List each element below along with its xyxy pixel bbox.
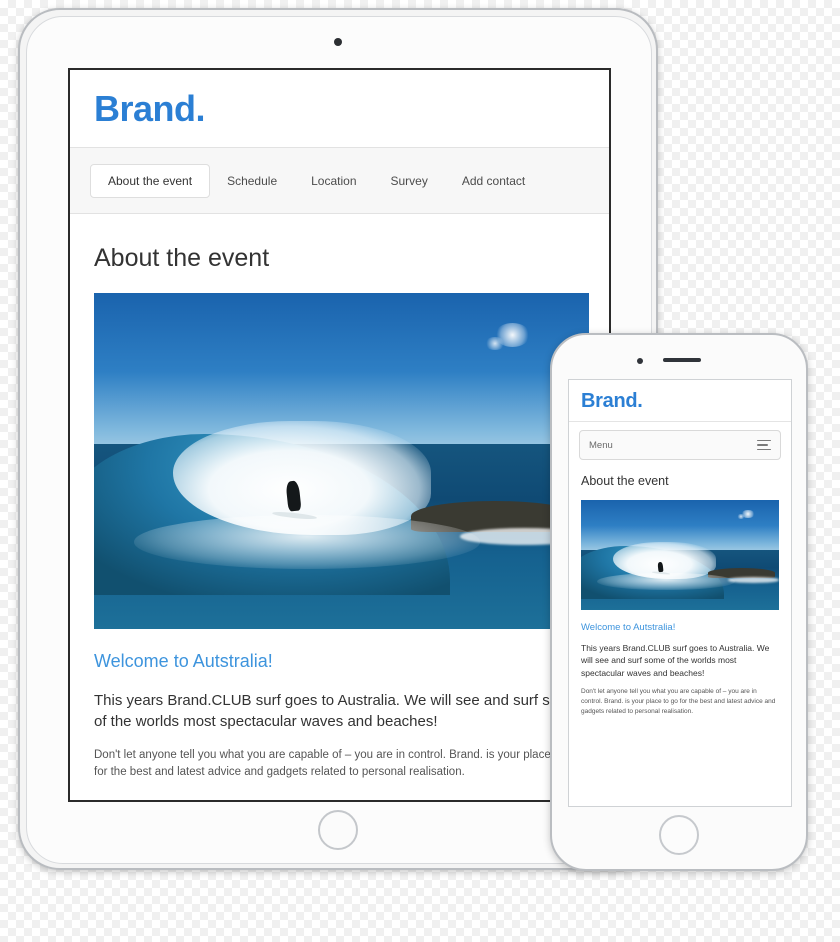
body-paragraph: Don't let anyone tell you what you are c…	[94, 748, 580, 779]
tab-add-contact[interactable]: Add contact	[445, 165, 542, 197]
phone-brand-logo-text: Brand	[581, 389, 638, 412]
brand-logo[interactable]: Brand.	[94, 87, 206, 129]
phone-menu-bar[interactable]: Menu	[579, 430, 781, 460]
tablet-home-button[interactable]	[318, 810, 358, 850]
hero-image	[94, 293, 589, 629]
tablet-content: About the event Welcome to Autstralia! T…	[70, 214, 609, 782]
phone-earpiece-speaker	[663, 358, 701, 362]
tab-location[interactable]: Location	[294, 165, 373, 197]
tab-schedule[interactable]: Schedule	[210, 165, 294, 197]
tablet-screen: Brand. About the event Schedule Location…	[68, 68, 611, 802]
phone-hero-foreground-foam	[596, 572, 736, 591]
phone-page-title: About the event	[581, 474, 669, 488]
welcome-heading: Welcome to Autstralia!	[94, 651, 273, 671]
intro-paragraph: This years Brand.CLUB surf goes to Austr…	[94, 692, 579, 731]
tab-survey[interactable]: Survey	[374, 165, 445, 197]
phone-body-paragraph: Don't let anyone tell you what you are c…	[581, 687, 776, 716]
brand-logo-dot: .	[195, 87, 206, 129]
tablet-site-header: Brand.	[70, 70, 609, 148]
sun-flare-secondary-icon	[485, 336, 505, 351]
phone-sun-flare-secondary-icon	[737, 514, 746, 519]
tablet-front-camera-icon	[334, 38, 342, 46]
phone-screen: Brand. Menu About the event Welcome to A…	[568, 379, 792, 807]
phone-site-header: Brand.	[569, 380, 791, 422]
phone-brand-logo-dot: .	[637, 389, 643, 412]
tab-about-the-event[interactable]: About the event	[90, 163, 211, 198]
phone-home-button[interactable]	[659, 815, 699, 855]
tablet-navbar: About the event Schedule Location Survey…	[70, 148, 609, 214]
phone-hero-distant-foam	[727, 577, 779, 583]
hamburger-icon[interactable]	[757, 439, 771, 451]
phone-intro-paragraph: This years Brand.CLUB surf goes to Austr…	[581, 643, 770, 678]
brand-logo-text: Brand	[94, 87, 196, 129]
page-title: About the event	[94, 244, 270, 272]
phone-brand-logo[interactable]: Brand.	[581, 391, 643, 411]
phone-hero-image	[581, 500, 779, 610]
phone-welcome-heading: Welcome to Autstralia!	[581, 622, 676, 633]
phone-device: Brand. Menu About the event Welcome to A…	[550, 333, 808, 871]
phone-front-camera-icon	[637, 358, 643, 364]
hero-foreground-foam	[133, 514, 481, 569]
phone-content: About the event Welcome to Autstralia! T…	[569, 474, 791, 717]
phone-menu-label: Menu	[589, 439, 613, 451]
